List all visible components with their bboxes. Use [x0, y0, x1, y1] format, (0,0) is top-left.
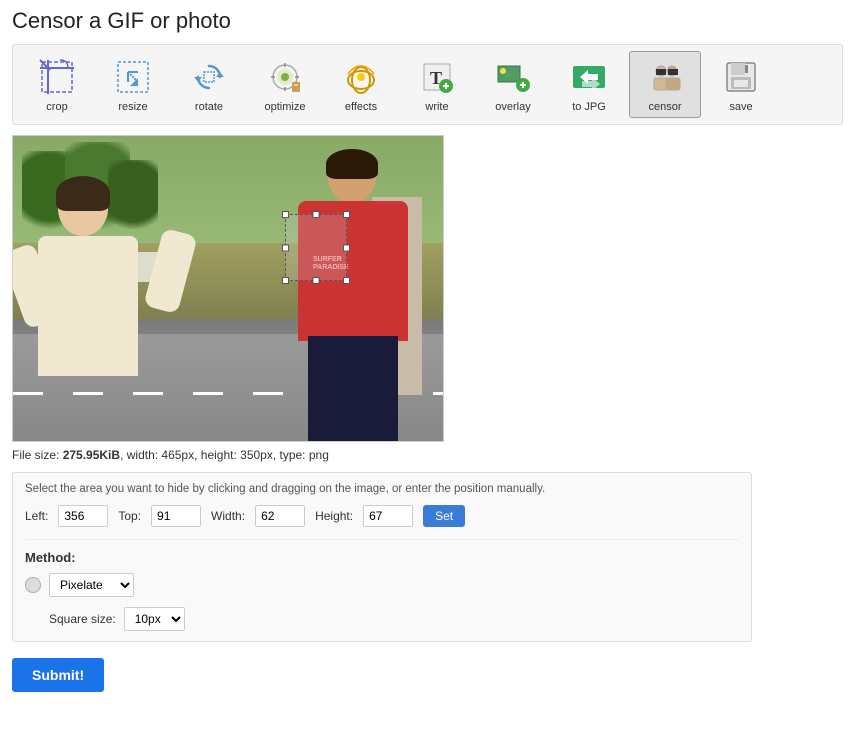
method-select[interactable]: Pixelate Blur Black bar — [49, 573, 134, 597]
square-size-row: Square size: 10px 5px 15px 20px — [49, 607, 739, 631]
rotate-label: rotate — [195, 101, 223, 113]
tool-optimize[interactable]: optimize — [249, 51, 321, 118]
file-prefix: File size: — [12, 448, 63, 462]
tool-resize[interactable]: resize — [97, 51, 169, 118]
resize-label: resize — [118, 101, 147, 113]
method-section: Method: Pixelate Blur Black bar Square s… — [25, 539, 739, 631]
resize-icon — [113, 57, 153, 97]
write-label: write — [425, 101, 448, 113]
tool-overlay[interactable]: overlay — [477, 51, 549, 118]
handle-bc[interactable] — [313, 277, 320, 284]
width-input[interactable] — [255, 505, 305, 527]
optimize-label: optimize — [265, 101, 306, 113]
selection-box[interactable] — [285, 214, 347, 281]
height-label: Height: — [315, 509, 353, 523]
handle-ml[interactable] — [282, 244, 289, 251]
left-label: Left: — [25, 509, 48, 523]
crop-icon — [37, 57, 77, 97]
optimize-icon — [265, 57, 305, 97]
toolbar: crop resize rotate — [12, 44, 843, 125]
file-info: File size: 275.95KiB, width: 465px, heig… — [12, 448, 843, 462]
method-radio[interactable] — [25, 577, 41, 593]
set-button[interactable]: Set — [423, 505, 465, 527]
tojpg-label: to JPG — [572, 101, 606, 113]
tool-write[interactable]: T write — [401, 51, 473, 118]
save-label: save — [729, 101, 752, 113]
overlay-icon — [493, 57, 533, 97]
hint-text: Select the area you want to hide by clic… — [25, 483, 739, 495]
square-select[interactable]: 10px 5px 15px 20px — [124, 607, 185, 631]
handle-mr[interactable] — [343, 244, 350, 251]
file-size: 275.95KiB — [63, 448, 120, 462]
censor-label: censor — [648, 101, 681, 113]
handle-bl[interactable] — [282, 277, 289, 284]
tool-rotate[interactable]: rotate — [173, 51, 245, 118]
overlay-label: overlay — [495, 101, 530, 113]
method-row: Pixelate Blur Black bar — [25, 573, 739, 597]
effects-icon — [341, 57, 381, 97]
handle-tr[interactable] — [343, 211, 350, 218]
tool-tojpg[interactable]: to JPG — [553, 51, 625, 118]
handle-br[interactable] — [343, 277, 350, 284]
height-input[interactable] — [363, 505, 413, 527]
file-rest: , width: 465px, height: 350px, type: png — [120, 448, 329, 462]
method-label: Method: — [25, 550, 739, 565]
photo-canvas[interactable]: SURFERPARADISE — [13, 136, 443, 441]
rotate-icon — [189, 57, 229, 97]
write-icon: T — [417, 57, 457, 97]
handle-tl[interactable] — [282, 211, 289, 218]
position-row: Left: Top: Width: Height: Set — [25, 505, 739, 527]
tojpg-icon — [569, 57, 609, 97]
censor-icon — [645, 57, 685, 97]
tool-crop[interactable]: crop — [21, 51, 93, 118]
top-label: Top: — [118, 509, 141, 523]
image-container[interactable]: SURFERPARADISE — [12, 135, 444, 442]
square-label: Square size: — [49, 612, 116, 626]
save-icon — [721, 57, 761, 97]
tool-censor[interactable]: censor — [629, 51, 701, 118]
page-title: Censor a GIF or photo — [12, 8, 843, 34]
tool-effects[interactable]: effects — [325, 51, 397, 118]
handle-tc[interactable] — [313, 211, 320, 218]
left-input[interactable] — [58, 505, 108, 527]
width-label: Width: — [211, 509, 245, 523]
effects-label: effects — [345, 101, 377, 113]
top-input[interactable] — [151, 505, 201, 527]
tool-save[interactable]: save — [705, 51, 777, 118]
controls-panel: Select the area you want to hide by clic… — [12, 472, 752, 642]
crop-label: crop — [46, 101, 67, 113]
submit-button[interactable]: Submit! — [12, 658, 104, 692]
